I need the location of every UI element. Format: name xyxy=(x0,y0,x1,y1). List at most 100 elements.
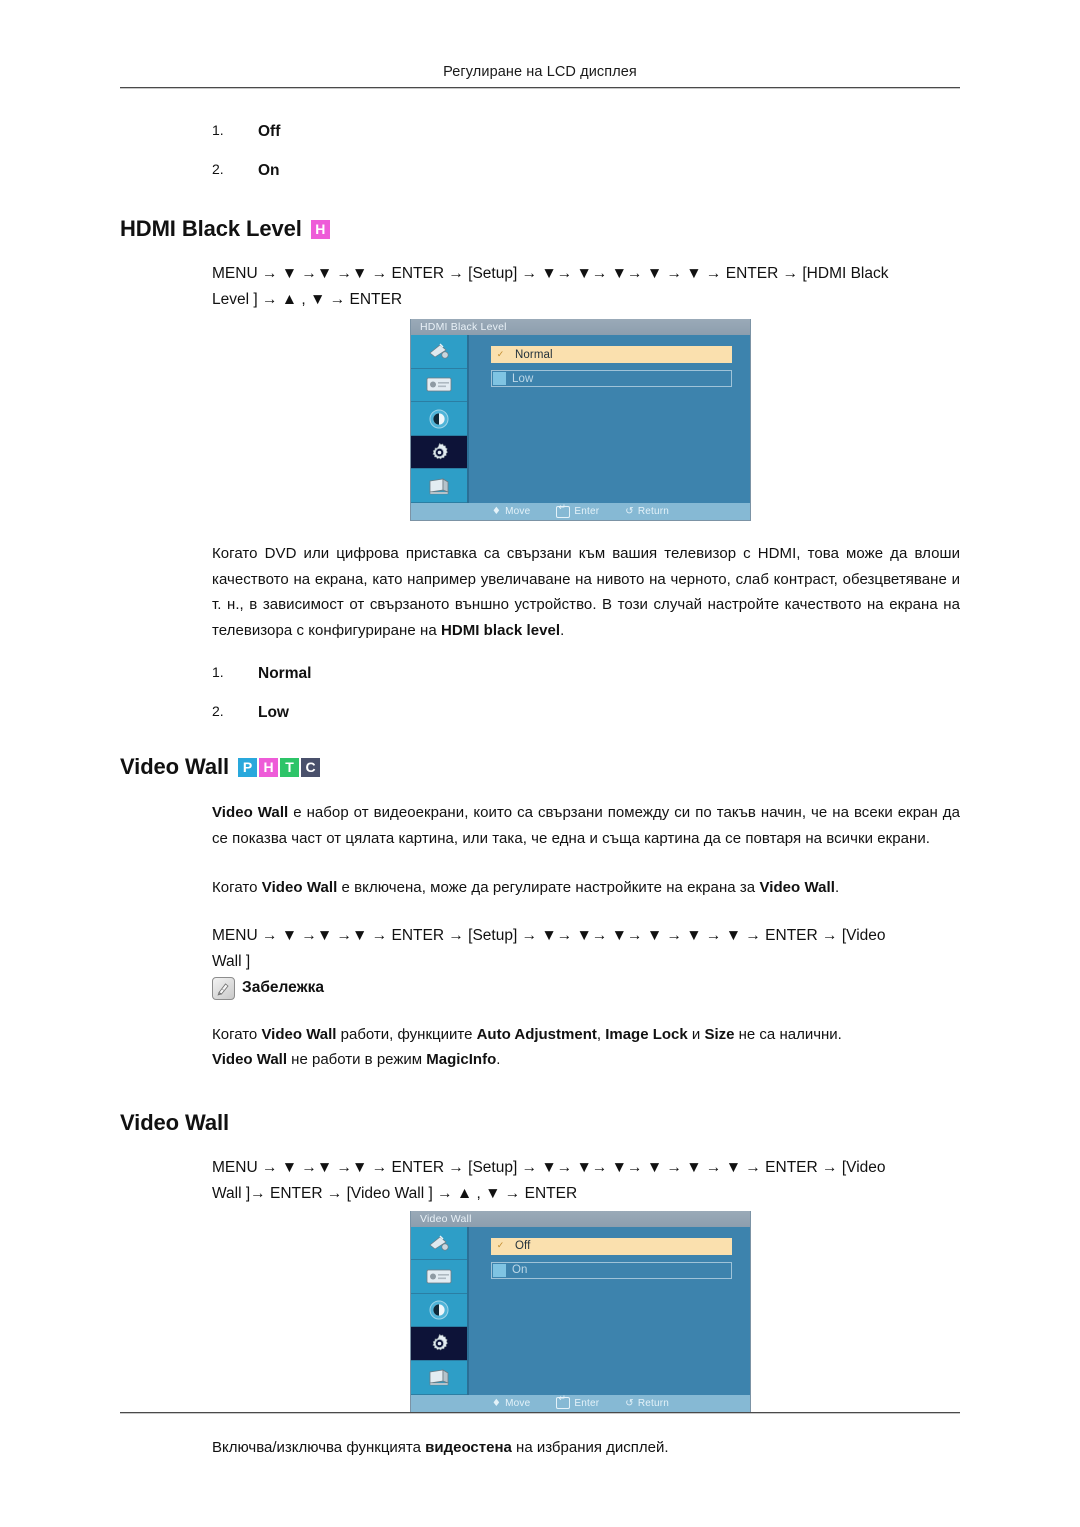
section-title: Video Wall xyxy=(120,1109,230,1135)
paragraph-bold: Video Wall xyxy=(212,804,289,822)
osd-footer-move: ♦ Move xyxy=(492,1398,530,1409)
osd-option-row[interactable]: On xyxy=(491,1261,732,1279)
osd-footer-move: ♦ Move xyxy=(492,506,530,517)
list-item-number: 2. xyxy=(212,161,224,178)
badge-c: C xyxy=(301,757,321,777)
osd-screenshot-hdmi-black-level-wrap: HDMI Black Level ✓ Normal Low ♦ Move ↵ E… xyxy=(120,319,960,522)
hdmi-black-level-path-block: MENU → ▼ →▼ →▼ → ENTER → [Setup] → ▼→ ▼→… xyxy=(120,261,960,313)
badge-group: H xyxy=(310,219,330,239)
note-text: Когато xyxy=(212,1025,262,1043)
osd-options: ✓ Off On xyxy=(469,1226,750,1395)
menu-path-line2: Level ] → ▲ , ▼ → ENTER xyxy=(212,291,403,309)
hdmi-black-level-description: Когато DVD или цифрова приставка са свър… xyxy=(120,541,960,643)
note-text: не работи в режим xyxy=(287,1050,427,1068)
osd-footer-label: Return xyxy=(637,1397,670,1409)
menu-path-line2: Wall ]→ ENTER → [Video Wall ] → ▲ , ▼ → … xyxy=(212,1184,578,1202)
multi-control-display-icon[interactable] xyxy=(411,1361,467,1395)
osd-options: ✓ Normal Low xyxy=(469,335,750,504)
note-line-2: Video Wall не работи в режим MagicInfo. xyxy=(212,1047,960,1072)
note-bold: Auto Adjustment xyxy=(476,1025,597,1043)
list-item-number: 1. xyxy=(212,664,224,681)
osd-screenshot-video-wall-wrap: Video Wall ✓ Off On ♦ Move ↵ Enter ↺ Ret… xyxy=(120,1210,960,1413)
input-source-icon[interactable] xyxy=(411,1227,467,1261)
osd-footer-return: ↺ Return xyxy=(625,506,669,517)
osd-footer-bar: ♦ Move Enter ↺ Return xyxy=(411,503,750,521)
diamond-updown-icon: ♦ xyxy=(491,506,502,518)
contrast-circle-icon[interactable] xyxy=(411,1294,467,1328)
note-text: работи, функциите xyxy=(336,1025,477,1043)
osd-option-label: Off xyxy=(515,1240,531,1253)
picture-monitor-icon[interactable] xyxy=(411,1260,467,1294)
osd-screenshot-hdmi-black-level: HDMI Black Level ✓ Normal Low ♦ Move ↵ E… xyxy=(410,319,751,522)
badge-group: P H T C xyxy=(238,757,321,777)
note-text: . xyxy=(496,1050,501,1068)
menu-path: MENU → ▼ →▼ →▼ → ENTER → [Setup] → ▼→ ▼→… xyxy=(212,923,960,975)
option-marker-icon xyxy=(493,372,506,386)
continuation-list: 1. Off 2. On xyxy=(120,122,960,179)
note-title: Забележка xyxy=(242,979,324,997)
menu-path: MENU → ▼ →▼ →▼ → ENTER → [Setup] → ▼→ ▼→… xyxy=(212,1155,960,1207)
note-bold: Image Lock xyxy=(605,1025,688,1043)
paragraph-text: е включена, може да регулирате настройки… xyxy=(337,879,760,897)
osd-option-row-selected[interactable]: ✓ Normal xyxy=(491,346,732,364)
paragraph: Когато DVD или цифрова приставка са свър… xyxy=(212,541,960,643)
setup-gear-icon[interactable] xyxy=(411,435,467,470)
hdmi-black-level-options-list: 1. Normal 2. Low xyxy=(120,664,960,722)
paragraph-end: . xyxy=(560,621,565,639)
note-bold: Size xyxy=(704,1025,735,1043)
osd-caption: Включва/изключва функцията видеостена на… xyxy=(120,1439,960,1456)
menu-path-line2: Wall ] xyxy=(212,952,251,970)
badge-p: P xyxy=(238,757,258,777)
note-header: Забележка xyxy=(120,976,960,1000)
osd-main: ✓ Off On xyxy=(411,1226,750,1395)
list-item: 1. Normal xyxy=(120,664,960,683)
osd-footer-label: Return xyxy=(637,506,670,518)
menu-path-line1: MENU → ▼ →▼ →▼ → ENTER → [Setup] → ▼→ ▼→… xyxy=(212,265,889,283)
paragraph: Video Wall е набор от видеоекрани, които… xyxy=(212,800,960,851)
paragraph-end: . xyxy=(834,879,840,897)
section-heading-hdmi-black-level: HDMI Black Level H xyxy=(120,216,960,242)
osd-sidebar xyxy=(411,1226,469,1395)
menu-path-line1: MENU → ▼ →▼ →▼ → ENTER → [Setup] → ▼→ ▼→… xyxy=(212,1158,886,1176)
paragraph: Когато Video Wall е включена, може да ре… xyxy=(212,875,960,901)
note-body: Когато Video Wall работи, функциите Auto… xyxy=(120,1022,960,1072)
list-item-label: Normal xyxy=(258,665,312,683)
list-item-label: Low xyxy=(258,704,289,722)
osd-footer-label: Enter xyxy=(574,1397,600,1409)
osd-option-label: On xyxy=(512,1264,528,1277)
badge-t: T xyxy=(280,757,300,777)
paragraph-bold: HDMI black level xyxy=(440,621,561,639)
return-arrow-icon: ↺ xyxy=(625,1397,634,1409)
contrast-circle-icon[interactable] xyxy=(411,402,467,436)
video-wall-description: Video Wall е набор от видеоекрани, които… xyxy=(120,800,960,901)
osd-option-row-selected[interactable]: ✓ Off xyxy=(491,1237,732,1255)
osd-option-row[interactable]: Low xyxy=(491,370,732,388)
osd-footer-enter: Enter xyxy=(556,504,600,518)
check-icon: ✓ xyxy=(496,1241,505,1252)
osd-footer-label: Enter xyxy=(574,506,600,518)
list-item-number: 1. xyxy=(212,122,224,138)
return-arrow-icon: ↺ xyxy=(625,506,634,518)
osd-footer-label: Move xyxy=(505,506,531,518)
diamond-updown-icon: ♦ xyxy=(491,1397,502,1409)
multi-control-display-icon[interactable] xyxy=(411,469,467,504)
note-text: , xyxy=(596,1025,606,1043)
osd-title: Video Wall xyxy=(411,1210,750,1227)
setup-gear-icon[interactable] xyxy=(411,1327,467,1362)
menu-path-line1: MENU → ▼ →▼ →▼ → ENTER → [Setup] → ▼→ ▼→… xyxy=(212,926,886,944)
osd-sidebar xyxy=(411,335,469,504)
note-bold: Video Wall xyxy=(261,1025,337,1043)
badge-h: H xyxy=(259,757,279,777)
osd-main: ✓ Normal Low xyxy=(411,335,750,504)
video-wall-sub-path-block: MENU → ▼ →▼ →▼ → ENTER → [Setup] → ▼→ ▼→… xyxy=(120,1155,960,1207)
note-pen-icon xyxy=(212,976,235,1000)
input-source-icon[interactable] xyxy=(411,335,467,369)
osd-footer-bar: ♦ Move Enter ↺ Return xyxy=(411,1394,750,1412)
running-head: Регулиране на LCD дисплея xyxy=(443,64,637,80)
note-bold: Video Wall xyxy=(212,1050,288,1068)
picture-monitor-icon[interactable] xyxy=(411,369,467,403)
note-text: и xyxy=(687,1025,705,1043)
video-wall-path-block: MENU → ▼ →▼ →▼ → ENTER → [Setup] → ▼→ ▼→… xyxy=(120,923,960,975)
section-heading-video-wall-sub: Video Wall xyxy=(120,1110,960,1136)
note-line-1: Когато Video Wall работи, функциите Auto… xyxy=(212,1022,960,1047)
